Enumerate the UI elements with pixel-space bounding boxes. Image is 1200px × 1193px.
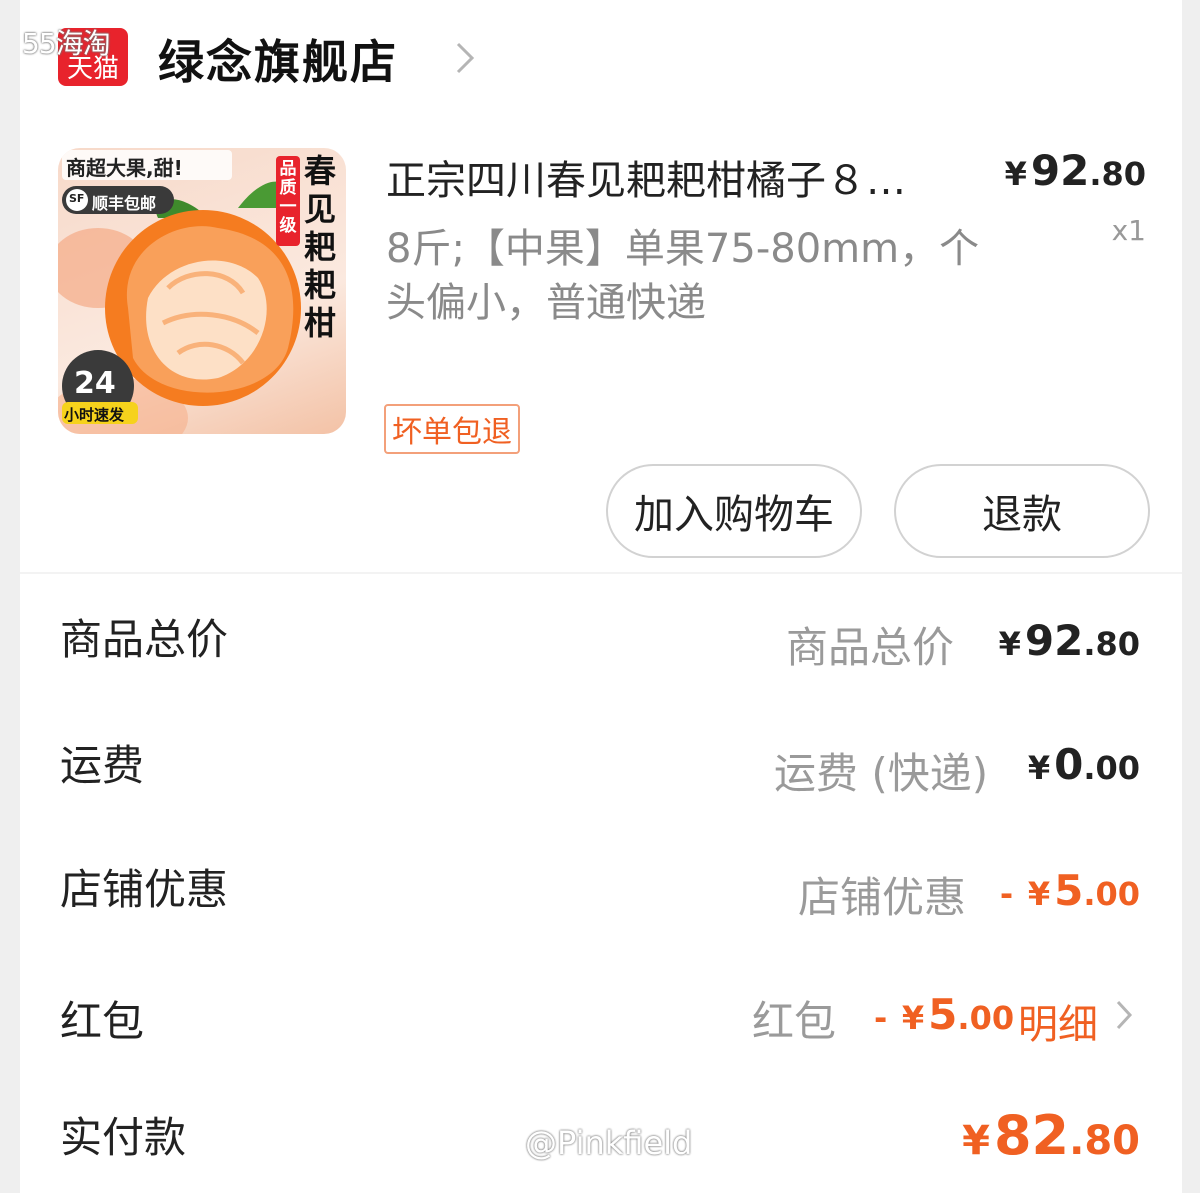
product-spec: 8斤;【中果】单果75-80mm，个头偏小，普通快递 [386,226,980,326]
shop-discount-amount: - ¥5.00 [999,866,1140,915]
image-text-fast: 小时速发 [64,406,125,424]
image-text-sf: SF [69,192,85,205]
shop-discount-label: 店铺优惠 [60,865,229,914]
shipping-amount: ¥0.00 [1027,740,1140,789]
red-packet-detail-link[interactable]: 明细 [1018,992,1098,1050]
chevron-right-icon[interactable] [450,38,480,78]
red-packet-amount: - ¥5.00 [874,990,1015,1039]
service-tag: 坏单包退 [384,404,520,454]
paid-label: 实付款 [60,1113,187,1162]
chevron-right-icon[interactable] [1110,996,1138,1034]
red-packet-sub-label: 红包 [752,997,837,1046]
image-text-quality: 品质一级 [279,159,297,236]
corner-watermark: 55海淘 [22,27,111,60]
product-image[interactable]: 商超大果,甜! SF 顺丰包邮 品质一级 春见耙耙柑 24 小时速发 [58,148,346,434]
paid-amount: ¥82.80 [962,1104,1140,1167]
shop-name[interactable]: 绿念旗舰店 [158,26,398,92]
total-amount: ¥92.80 [998,616,1140,665]
image-text-product-name: 春见耙耙柑 [304,152,337,342]
shop-discount-sub-label: 店铺优惠 [798,873,967,922]
shipping-sub-label: 运费 (快递) [774,749,989,798]
footer-watermark: @Pinkfield [525,1124,693,1162]
shipping-label: 运费 [60,741,145,790]
total-sub-label: 商品总价 [786,623,955,672]
product-price: ¥92.80 [1004,146,1146,195]
image-text-hours: 24 [74,366,116,401]
refund-button[interactable]: 退款 [894,464,1150,558]
product-quantity: x1 [1111,214,1146,247]
image-text-top: 商超大果,甜! [66,156,183,180]
total-label: 商品总价 [60,615,229,664]
divider [20,572,1182,574]
product-title[interactable]: 正宗四川春见耙耙柑橘子８… [386,148,906,206]
image-text-shipping: 顺丰包邮 [92,194,157,213]
add-to-cart-button[interactable]: 加入购物车 [606,464,862,558]
red-packet-label: 红包 [60,997,145,1046]
